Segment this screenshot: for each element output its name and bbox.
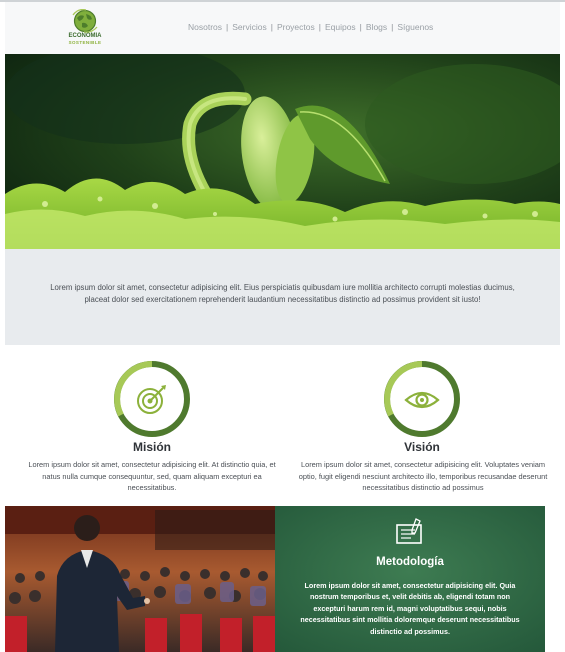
logo-line1: ECONOMIA <box>68 33 102 39</box>
nav-separator: | <box>359 22 362 32</box>
intro-text: Lorem ipsum dolor sit amet, consectetur … <box>50 283 515 304</box>
eye-icon <box>404 391 440 409</box>
intro-section: Lorem ipsum dolor sit amet, consectetur … <box>5 249 560 345</box>
logo[interactable]: ECONOMIA SOSTENIBLE <box>61 9 109 49</box>
vision-text: Lorem ipsum dolor sit amet, consectetur … <box>298 460 548 492</box>
mision-title: Misión <box>133 440 171 454</box>
nav-item-nosotros[interactable]: Nosotros <box>188 22 222 32</box>
target-icon <box>137 385 166 414</box>
vision-title: Visión <box>404 440 440 454</box>
nav-separator: | <box>318 22 321 32</box>
nav-item-siguenos[interactable]: Síguenos <box>397 22 433 32</box>
globe-logo-icon <box>72 9 98 33</box>
nav-item-blogs[interactable]: Blogs <box>366 22 387 32</box>
metodologia-text: Lorem ipsum dolor sit amet, consectetur … <box>300 581 520 636</box>
logo-line2: SOSTENIBLE <box>68 40 102 45</box>
nav-item-equipos[interactable]: Equipos <box>325 22 356 32</box>
hero-image <box>5 54 560 249</box>
conference-photo <box>5 506 275 652</box>
mision-text: Lorem ipsum dolor sit amet, consectetur … <box>28 460 276 492</box>
main-nav: Nosotros | Servicios | Proyectos | Equip… <box>188 22 433 32</box>
metodologia-section: Metodología Lorem ipsum dolor sit amet, … <box>275 506 545 652</box>
seedling-illustration <box>5 54 560 249</box>
nav-item-servicios[interactable]: Servicios <box>232 22 266 32</box>
nav-item-proyectos[interactable]: Proyectos <box>277 22 315 32</box>
mision-icon-ring <box>113 360 191 438</box>
header: ECONOMIA SOSTENIBLE Nosotros | Servicios… <box>5 2 560 54</box>
vision-icon-ring <box>383 360 461 438</box>
nav-separator: | <box>226 22 229 32</box>
chalkboard-icon <box>396 518 422 544</box>
nav-separator: | <box>391 22 394 32</box>
metodologia-title: Metodología <box>376 556 444 568</box>
nav-separator: | <box>270 22 273 32</box>
